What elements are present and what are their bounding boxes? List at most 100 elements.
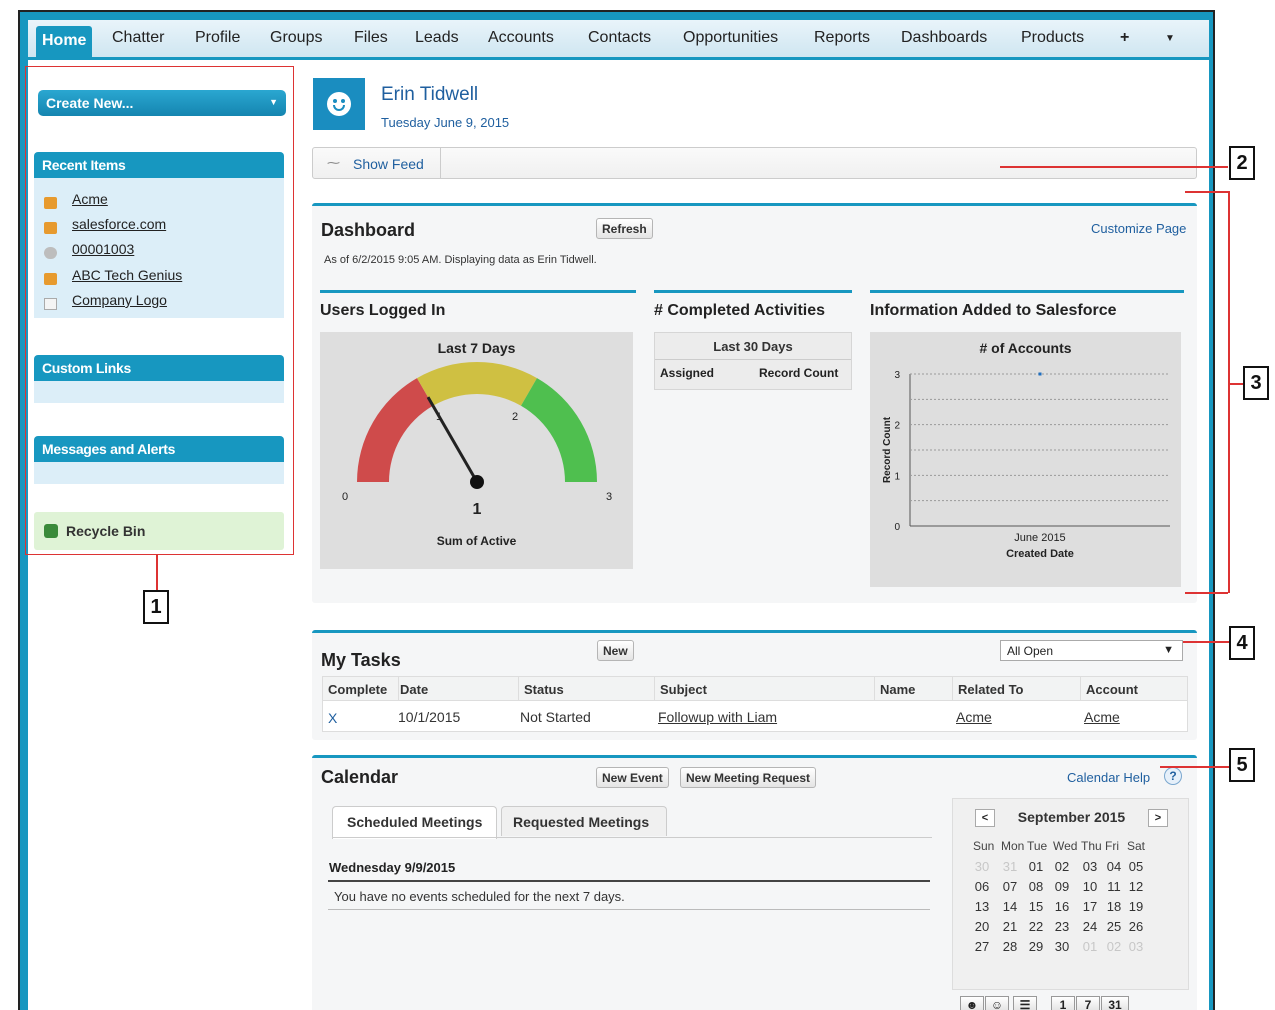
new-event-button[interactable]: New Event [596, 767, 669, 788]
tab-files[interactable]: Files [354, 29, 388, 47]
multi-user-view-icon[interactable]: ☺ [985, 996, 1009, 1010]
refresh-button[interactable]: Refresh [596, 218, 653, 239]
tab-scheduled-label: Scheduled Meetings [347, 814, 483, 830]
month-view-button[interactable]: 31 [1101, 996, 1129, 1010]
weekday-label: Sat [1127, 839, 1146, 853]
calendar-day[interactable]: 15 [1025, 899, 1047, 914]
calendar-day[interactable]: 21 [999, 919, 1021, 934]
calendar-day[interactable]: 16 [1051, 899, 1073, 914]
week-view-button[interactable]: 7 [1076, 996, 1100, 1010]
chevron-down-icon: ▼ [1163, 644, 1174, 656]
calendar-day[interactable]: 12 [1125, 879, 1147, 894]
annotation-label-4: 4 [1229, 626, 1255, 660]
tab-opportunities[interactable]: Opportunities [683, 29, 778, 47]
gauge-value-label: 1 [473, 501, 482, 518]
avatar [313, 78, 365, 130]
activities-col-assigned: Assigned [660, 366, 715, 380]
tab-accounts[interactable]: Accounts [488, 29, 554, 47]
weekday-label: Thu [1081, 839, 1102, 853]
calendar-help-link[interactable]: Calendar Help [1067, 770, 1150, 785]
tab-contacts[interactable]: Contacts [588, 29, 651, 47]
annotation-label-5: 5 [1229, 748, 1255, 782]
calendar-day[interactable]: 26 [1125, 919, 1147, 934]
calendar-day[interactable]: 05 [1125, 859, 1147, 874]
calendar-day[interactable]: 01 [1079, 939, 1101, 954]
calendar-day[interactable]: 18 [1103, 899, 1125, 914]
calendar-day[interactable]: 09 [1051, 879, 1073, 894]
annotation-leader-5 [1160, 766, 1229, 768]
tab-dashboards[interactable]: Dashboards [901, 29, 987, 47]
calendar-day[interactable]: 11 [1103, 879, 1125, 894]
calendar-day[interactable]: 19 [1125, 899, 1147, 914]
task-complete-link[interactable]: X [328, 710, 337, 726]
tasks-table-header [323, 677, 1187, 701]
help-icon[interactable]: ? [1164, 767, 1182, 785]
calendar-day[interactable]: 28 [999, 939, 1021, 954]
gauge-needle [426, 396, 479, 483]
calendar-day[interactable]: 30 [1051, 939, 1073, 954]
annotation-label-1: 1 [143, 590, 169, 624]
feed-bar: ⁓ Show Feed [312, 147, 1197, 179]
task-account-link[interactable]: Acme [1084, 709, 1120, 725]
tab-bar: Home Chatter Profile Groups Files Leads … [28, 20, 1209, 60]
calendar-day-heading: Wednesday 9/9/2015 [329, 860, 456, 875]
customize-page-link[interactable]: Customize Page [1091, 221, 1186, 236]
show-feed-button[interactable]: ⁓ Show Feed [313, 148, 441, 178]
single-user-view-icon[interactable]: ☻ [960, 996, 984, 1010]
show-feed-label: Show Feed [353, 156, 424, 172]
calendar-day[interactable]: 22 [1025, 919, 1047, 934]
calendar-day[interactable]: 23 [1051, 919, 1073, 934]
calendar-day[interactable]: 20 [971, 919, 993, 934]
gauge-chart: Last 7 Days 01231 Sum of Active [320, 332, 633, 569]
task-subject-link[interactable]: Followup with Liam [658, 709, 777, 725]
tab-reports[interactable]: Reports [814, 29, 870, 47]
calendar-day[interactable]: 27 [971, 939, 993, 954]
new-task-button[interactable]: New [597, 640, 634, 661]
new-meeting-request-button[interactable]: New Meeting Request [680, 767, 817, 788]
gauge-band-2 [521, 378, 597, 482]
gauge-tick-label: 3 [606, 491, 612, 503]
day-view-button[interactable]: 1 [1051, 996, 1075, 1010]
calendar-day[interactable]: 02 [1103, 939, 1125, 954]
tab-groups[interactable]: Groups [270, 29, 322, 47]
tab-products[interactable]: Products [1021, 29, 1084, 47]
task-related-link[interactable]: Acme [956, 709, 992, 725]
tab-home[interactable]: Home [36, 26, 93, 60]
next-month-button[interactable]: > [1148, 809, 1168, 827]
calendar-day[interactable]: 01 [1025, 859, 1047, 874]
y-axis-label: Record Count [882, 416, 893, 483]
tab-leads[interactable]: Leads [415, 29, 459, 47]
calendar-day[interactable]: 07 [999, 879, 1021, 894]
calendar-day[interactable]: 10 [1079, 879, 1101, 894]
calendar-day[interactable]: 17 [1079, 899, 1101, 914]
calendar-day[interactable]: 02 [1051, 859, 1073, 874]
calendar-day[interactable]: 04 [1103, 859, 1125, 874]
calendar-day[interactable]: 08 [1025, 879, 1047, 894]
list-view-icon[interactable]: ☰ [1013, 996, 1037, 1010]
component-divider [870, 290, 1184, 293]
tab-scheduled-meetings[interactable]: Scheduled Meetings [332, 806, 497, 839]
component-divider [654, 290, 852, 293]
tab-requested-label: Requested Meetings [513, 814, 650, 830]
add-tab-icon[interactable]: + [1120, 29, 1129, 47]
my-tasks-title: My Tasks [321, 650, 401, 670]
user-name[interactable]: Erin Tidwell [381, 84, 478, 106]
calendar-day[interactable]: 03 [1079, 859, 1101, 874]
tab-profile[interactable]: Profile [195, 29, 240, 47]
tasks-col-date: Date [400, 682, 429, 697]
more-tabs-icon[interactable]: ▼ [1165, 33, 1175, 44]
calendar-day[interactable]: 30 [971, 859, 993, 874]
weekday-label: Tue [1027, 839, 1048, 853]
calendar-day[interactable]: 31 [999, 859, 1021, 874]
calendar-day[interactable]: 25 [1103, 919, 1125, 934]
calendar-day[interactable]: 03 [1125, 939, 1147, 954]
calendar-day[interactable]: 24 [1079, 919, 1101, 934]
calendar-day[interactable]: 06 [971, 879, 993, 894]
calendar-day[interactable]: 14 [999, 899, 1021, 914]
calendar-day[interactable]: 29 [1025, 939, 1047, 954]
tab-chatter[interactable]: Chatter [112, 29, 164, 47]
y-tick-label: 3 [894, 370, 900, 381]
calendar-day[interactable]: 13 [971, 899, 993, 914]
task-filter-select[interactable]: All Open ▼ [1000, 640, 1183, 661]
tab-requested-meetings[interactable]: Requested Meetings [501, 806, 667, 836]
